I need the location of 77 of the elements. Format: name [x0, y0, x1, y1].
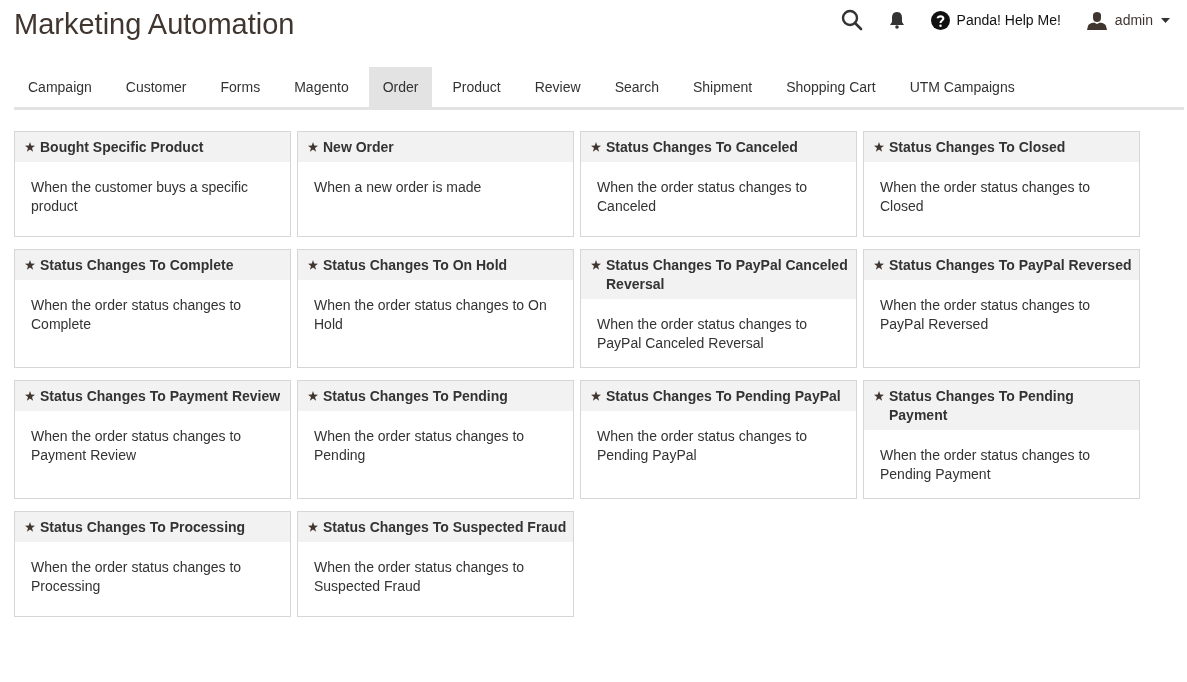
star-icon [25, 522, 35, 532]
user-name: admin [1114, 12, 1153, 28]
card-title: Status Changes To PayPal Canceled Reversal [606, 256, 849, 294]
card-title: Status Changes To Pending Payment [889, 387, 1075, 425]
card-description: When the order status changes to Closed [879, 178, 1092, 216]
star-icon [591, 260, 601, 270]
trigger-card[interactable]: New Order When a new order is made [297, 131, 574, 237]
card-description: When the order status changes to Pending PayPal [596, 427, 809, 465]
card-description: When the order status changes to PayPal Canceled Reversal [596, 315, 809, 353]
card-description: When the customer buys a specific product [30, 178, 250, 216]
user-icon [1086, 10, 1107, 30]
tab[interactable]: Search [600, 67, 673, 107]
card-title: Status Changes To Closed [889, 138, 1066, 157]
trigger-card[interactable]: Status Changes To Pending When the order status changes to Pending [297, 380, 574, 499]
card-description: When a new order is made [313, 178, 483, 197]
card-title: Status Changes To Payment Review [40, 387, 281, 406]
star-icon [308, 142, 318, 152]
card-title: Status Changes To Canceled [606, 138, 798, 157]
tab[interactable]: Review [520, 67, 595, 107]
trigger-card[interactable]: Bought Specific Product When the customer buys a specific product [14, 131, 291, 237]
card-title: Status Changes To Pending PayPal [606, 387, 841, 406]
tab[interactable]: Campaign [14, 67, 106, 107]
tab[interactable]: Shipment [679, 67, 767, 107]
page-title: Marketing Automation [14, 7, 295, 42]
tab[interactable]: UTM Campaigns [895, 67, 1029, 107]
card-title: Status Changes To Complete [40, 256, 234, 275]
card-title: Status Changes To Suspected Fraud [323, 518, 567, 537]
help-icon [930, 10, 950, 30]
star-icon [591, 391, 601, 401]
trigger-card[interactable]: Status Changes To Pending PayPal When the order status changes to Pending PayPal [580, 380, 857, 499]
star-icon [874, 142, 884, 152]
help-link[interactable]: Panda! Help Me! [930, 10, 1061, 30]
card-description: When the order status changes to PayPal Reversed [879, 296, 1092, 334]
trigger-card[interactable]: Status Changes To Suspected Fraud When the order status changes to Suspected Fraud [297, 511, 574, 617]
star-icon [874, 391, 884, 401]
trigger-card[interactable]: Status Changes To Processing When the order status changes to Processing [14, 511, 291, 617]
star-icon [308, 391, 318, 401]
card-title: Status Changes To On Hold [323, 256, 508, 275]
card-description: When the order status changes to Pending Payment [879, 446, 1092, 484]
tab[interactable]: Customer [111, 67, 201, 107]
tab[interactable]: Shopping Cart [772, 67, 890, 107]
tab[interactable]: Order [368, 67, 433, 107]
trigger-card[interactable]: Status Changes To PayPal Canceled Reversal When the order status changes to PayPal Canceled Reversal [580, 249, 857, 368]
trigger-card[interactable]: Status Changes To Complete When the order status changes to Complete [14, 249, 291, 368]
caret-icon [1161, 17, 1170, 23]
card-description: When the order status changes to Complete [30, 296, 243, 334]
star-icon [25, 260, 35, 270]
user-menu[interactable]: admin [1086, 10, 1170, 30]
trigger-card[interactable]: Status Changes To On Hold When the order status changes to On Hold [297, 249, 574, 368]
star-icon [874, 260, 884, 270]
card-description: When the order status changes to Pending [313, 427, 526, 465]
star-icon [591, 142, 601, 152]
help-label: Panda! Help Me! [956, 12, 1061, 28]
card-title: New Order [323, 138, 394, 157]
card-title: Status Changes To PayPal Reversed [889, 256, 1132, 275]
bell-icon[interactable] [888, 11, 905, 29]
card-description: When the order status changes to On Hold [313, 296, 548, 334]
trigger-card[interactable]: Status Changes To Payment Review When the order status changes to Payment Review [14, 380, 291, 499]
star-icon [308, 260, 318, 270]
search-icon[interactable] [840, 9, 863, 31]
card-description: When the order status changes to Canceled [596, 178, 809, 216]
tab[interactable]: Product [438, 67, 515, 107]
card-description: When the order status changes to Payment Review [30, 427, 243, 465]
star-icon [25, 391, 35, 401]
card-title: Status Changes To Processing [40, 518, 246, 537]
tab[interactable]: Magento [280, 67, 363, 107]
trigger-card[interactable]: Status Changes To Pending Payment When the order status changes to Pending Payment [863, 380, 1140, 499]
card-description: When the order status changes to Suspected Fraud [313, 558, 526, 596]
trigger-card[interactable]: Status Changes To Closed When the order status changes to Closed [863, 131, 1140, 237]
card-description: When the order status changes to Processing [30, 558, 243, 596]
trigger-card[interactable]: Status Changes To Canceled When the order status changes to Canceled [580, 131, 857, 237]
card-title: Bought Specific Product [40, 138, 204, 157]
tab[interactable]: Forms [206, 67, 275, 107]
star-icon [308, 522, 318, 532]
star-icon [25, 142, 35, 152]
trigger-card[interactable]: Status Changes To PayPal Reversed When the order status changes to PayPal Reversed [863, 249, 1140, 368]
card-title: Status Changes To Pending [323, 387, 508, 406]
